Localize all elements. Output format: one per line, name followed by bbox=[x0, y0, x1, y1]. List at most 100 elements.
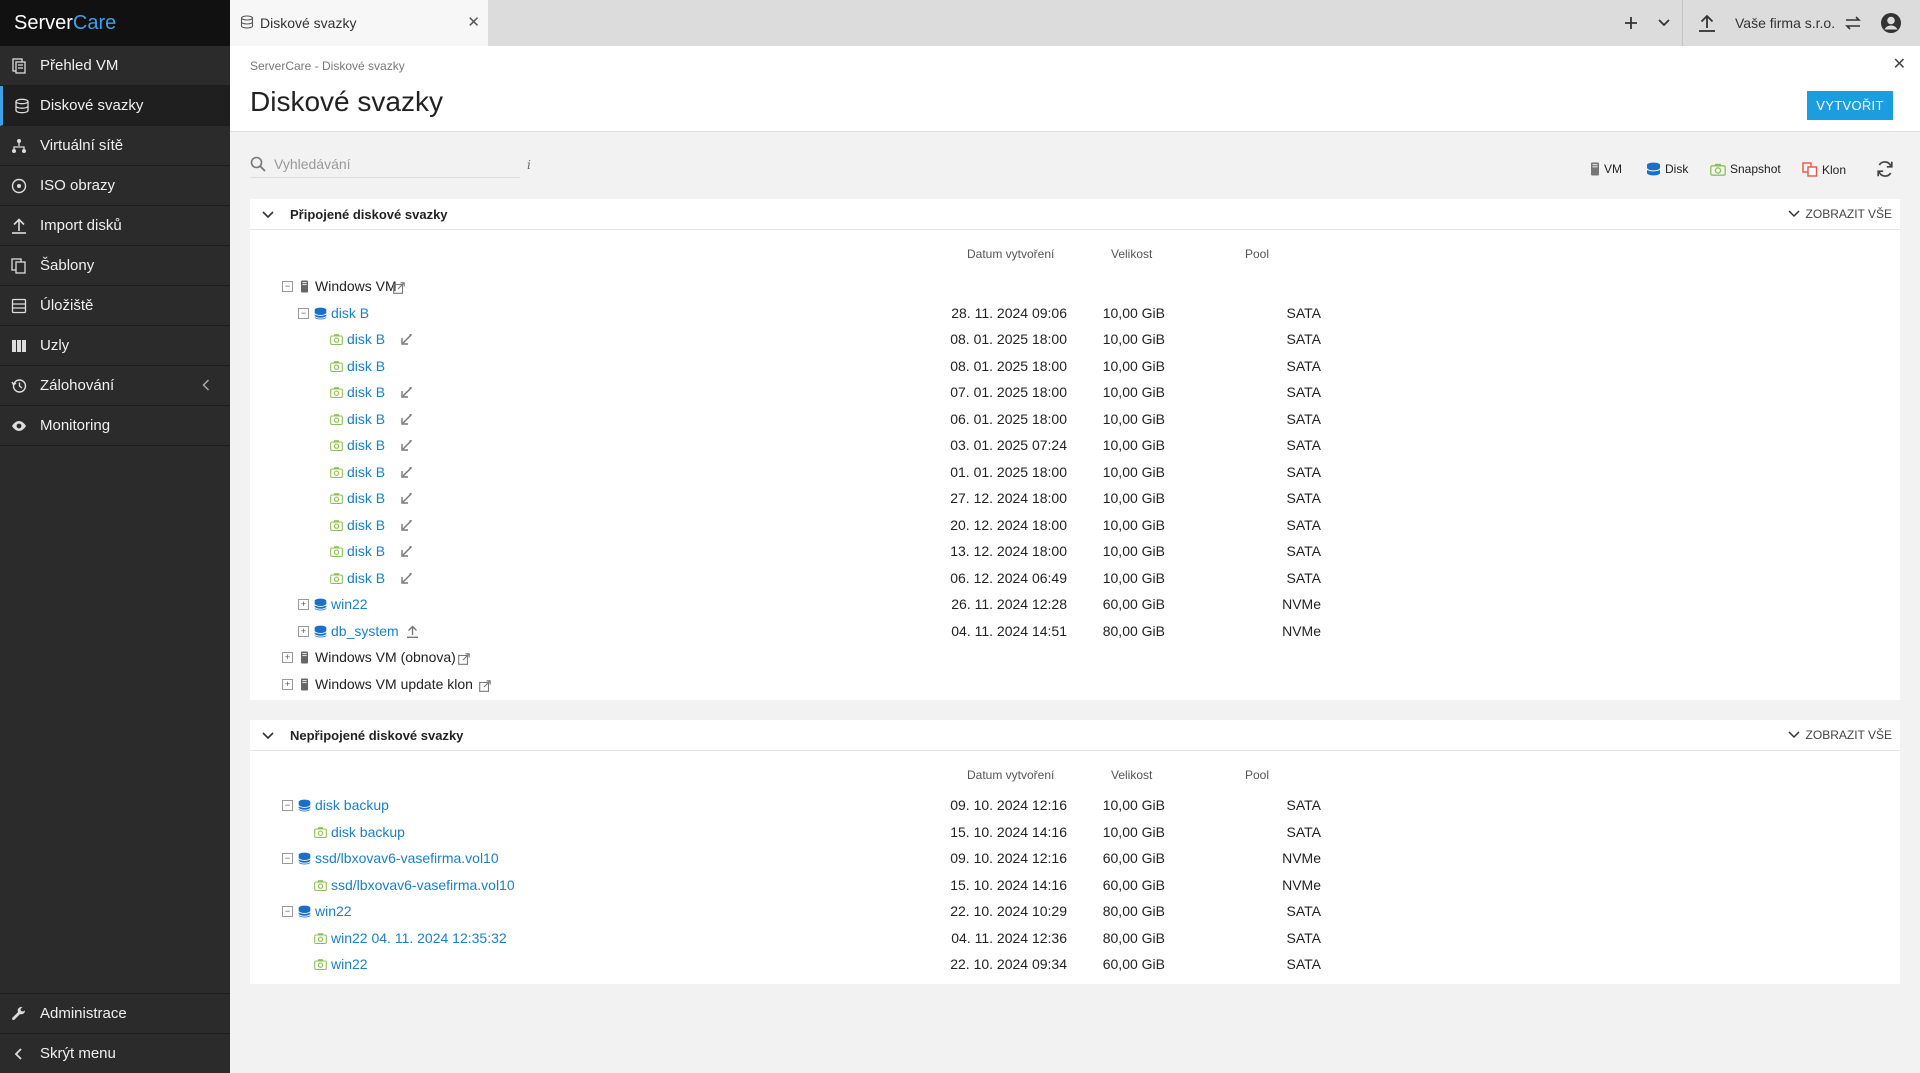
attached-panel-header[interactable]: Připojené diskové svazky ZOBRAZIT VŠE bbox=[250, 199, 1900, 230]
snapshot-link[interactable]: disk B bbox=[347, 358, 385, 374]
create-button[interactable]: VYTVOŘIT bbox=[1807, 91, 1893, 120]
sidebar-item-label: Šablony bbox=[40, 257, 95, 274]
created-date: 22. 10. 2024 10:29 bbox=[950, 903, 1067, 919]
snapshot-link[interactable]: disk B bbox=[347, 490, 385, 506]
collapse-toggle-icon[interactable]: − bbox=[282, 853, 293, 864]
tabs-dropdown-button[interactable] bbox=[1650, 0, 1678, 46]
sidebar-item-iso-obrazy[interactable]: ISO obrazy bbox=[0, 166, 230, 206]
sidebar-item-diskové-svazky[interactable]: Diskové svazky bbox=[0, 86, 230, 126]
snapshot-link[interactable]: disk backup bbox=[331, 824, 405, 840]
upload-icon[interactable] bbox=[406, 625, 419, 638]
snapshot-link[interactable]: disk B bbox=[347, 543, 385, 559]
external-link-icon[interactable] bbox=[457, 652, 470, 665]
snapshot-link[interactable]: ssd/lbxovav6-vasefirma.vol10 bbox=[331, 877, 515, 893]
camera-icon bbox=[1710, 163, 1726, 176]
upload-icon bbox=[11, 218, 27, 234]
collapse-toggle-icon[interactable]: − bbox=[298, 307, 309, 319]
disk-link[interactable]: ssd/lbxovav6-vasefirma.vol10 bbox=[315, 850, 499, 866]
rollback-icon[interactable] bbox=[400, 492, 413, 505]
volume-size: 60,00 GiB bbox=[1102, 850, 1165, 866]
snapshot-link[interactable]: disk B bbox=[347, 464, 385, 480]
table-row: disk B 08. 01. 2025 18:00 10,00 GiB SATA bbox=[250, 354, 1900, 380]
rollback-icon[interactable] bbox=[400, 466, 413, 479]
expand-toggle-icon[interactable]: + bbox=[282, 652, 293, 663]
chevron-down-icon[interactable] bbox=[262, 211, 274, 219]
created-date: 08. 01. 2025 18:00 bbox=[950, 331, 1067, 347]
company-name[interactable]: Vaše firma s.r.o. bbox=[1735, 15, 1835, 31]
collapse-toggle-icon[interactable]: − bbox=[282, 281, 293, 292]
external-link-icon[interactable] bbox=[393, 281, 405, 294]
rollback-icon[interactable] bbox=[400, 439, 413, 452]
expand-toggle-icon[interactable]: + bbox=[282, 678, 293, 690]
search-input[interactable] bbox=[274, 154, 504, 174]
storage-pool: NVMe bbox=[1282, 876, 1321, 893]
expand-toggle-icon[interactable]: + bbox=[298, 625, 309, 637]
sidebar-item-úložiště[interactable]: Úložiště bbox=[0, 286, 230, 326]
sidebar-item-skrýt-menu[interactable]: Skrýt menu bbox=[0, 1033, 230, 1073]
snapshot-link[interactable]: disk B bbox=[347, 411, 385, 427]
detached-panel-header[interactable]: Nepřipojené diskové svazky ZOBRAZIT VŠE bbox=[250, 720, 1900, 751]
sidebar-item-administrace[interactable]: Administrace bbox=[0, 993, 230, 1033]
external-link-icon[interactable] bbox=[479, 679, 492, 692]
swap-icon bbox=[1845, 16, 1861, 30]
rollback-icon[interactable] bbox=[400, 413, 413, 426]
sidebar-bottom-nav: Administrace Skrýt menu bbox=[0, 993, 230, 1073]
sidebar-item-přehled-vm[interactable]: Přehled VM bbox=[0, 46, 230, 86]
storage-pool: SATA bbox=[1286, 331, 1322, 347]
info-icon[interactable]: i bbox=[527, 158, 531, 172]
detached-show-all-button[interactable]: ZOBRAZIT VŠE bbox=[1788, 728, 1892, 742]
chevron-down-icon[interactable] bbox=[262, 732, 274, 740]
attached-show-all-button[interactable]: ZOBRAZIT VŠE bbox=[1788, 207, 1892, 221]
rollback-icon[interactable] bbox=[400, 519, 413, 532]
disk-link[interactable]: db_system bbox=[331, 623, 399, 639]
disk-icon bbox=[314, 598, 327, 611]
volume-size: 10,00 GiB bbox=[1102, 384, 1165, 400]
storage-pool: NVMe bbox=[1282, 622, 1321, 639]
refresh-icon[interactable] bbox=[1876, 160, 1894, 178]
close-page-icon[interactable]: ✕ bbox=[1893, 54, 1906, 74]
wrench-icon bbox=[11, 1006, 27, 1022]
upload-button[interactable] bbox=[1692, 0, 1722, 46]
disk-link[interactable]: disk B bbox=[331, 305, 369, 321]
snapshot-link[interactable]: win22 04. 11. 2024 12:35:32 bbox=[331, 930, 507, 946]
sidebar-item-virtuální-sítě[interactable]: Virtuální sítě bbox=[0, 126, 230, 166]
camera-icon bbox=[314, 879, 327, 892]
created-date: 09. 10. 2024 12:16 bbox=[950, 850, 1067, 866]
snapshot-link[interactable]: win22 bbox=[331, 956, 368, 972]
collapse-toggle-icon[interactable]: − bbox=[282, 906, 293, 917]
disk-link[interactable]: win22 bbox=[331, 596, 368, 612]
snapshot-link[interactable]: disk B bbox=[347, 570, 385, 586]
volume-size: 10,00 GiB bbox=[1102, 463, 1165, 480]
storage-pool: SATA bbox=[1286, 543, 1322, 559]
collapse-toggle-icon[interactable]: − bbox=[282, 800, 293, 811]
tab-diskove-svazky[interactable]: Diskové svazky ✕ bbox=[230, 0, 488, 46]
switch-company-button[interactable] bbox=[1840, 0, 1866, 46]
chevron-left-icon bbox=[11, 1046, 27, 1062]
disk-link[interactable]: win22 bbox=[315, 903, 352, 919]
tab-close-icon[interactable]: ✕ bbox=[467, 13, 480, 31]
rollback-icon[interactable] bbox=[400, 333, 413, 346]
expand-toggle-icon[interactable]: + bbox=[298, 599, 309, 610]
rollback-icon[interactable] bbox=[400, 572, 413, 585]
snapshot-link[interactable]: disk B bbox=[347, 331, 385, 347]
storage-pool: SATA bbox=[1286, 903, 1322, 919]
rollback-icon[interactable] bbox=[400, 386, 413, 399]
app-logo[interactable]: Server Care bbox=[0, 0, 230, 46]
disk-link[interactable]: disk backup bbox=[315, 797, 389, 813]
snapshot-link[interactable]: disk B bbox=[347, 517, 385, 533]
sidebar-item-monitoring[interactable]: Monitoring bbox=[0, 406, 230, 446]
table-row: disk B 07. 01. 2025 18:00 10,00 GiB SATA bbox=[250, 380, 1900, 406]
column-pool: Pool bbox=[1245, 768, 1270, 782]
sidebar-item-import-disků[interactable]: Import disků bbox=[0, 206, 230, 246]
user-avatar[interactable] bbox=[1876, 0, 1906, 46]
add-tab-button[interactable] bbox=[1616, 0, 1646, 46]
rollback-icon[interactable] bbox=[400, 545, 413, 558]
sidebar-item-šablony[interactable]: Šablony bbox=[0, 246, 230, 286]
snapshot-link[interactable]: disk B bbox=[347, 384, 385, 400]
sidebar-item-zálohování[interactable]: Zálohování bbox=[0, 366, 230, 406]
snapshot-link[interactable]: disk B bbox=[347, 437, 385, 453]
volume-size: 10,00 GiB bbox=[1102, 823, 1165, 840]
disk-icon bbox=[298, 852, 311, 865]
sidebar-item-uzly[interactable]: Uzly bbox=[0, 326, 230, 366]
created-date: 20. 12. 2024 18:00 bbox=[950, 516, 1067, 533]
